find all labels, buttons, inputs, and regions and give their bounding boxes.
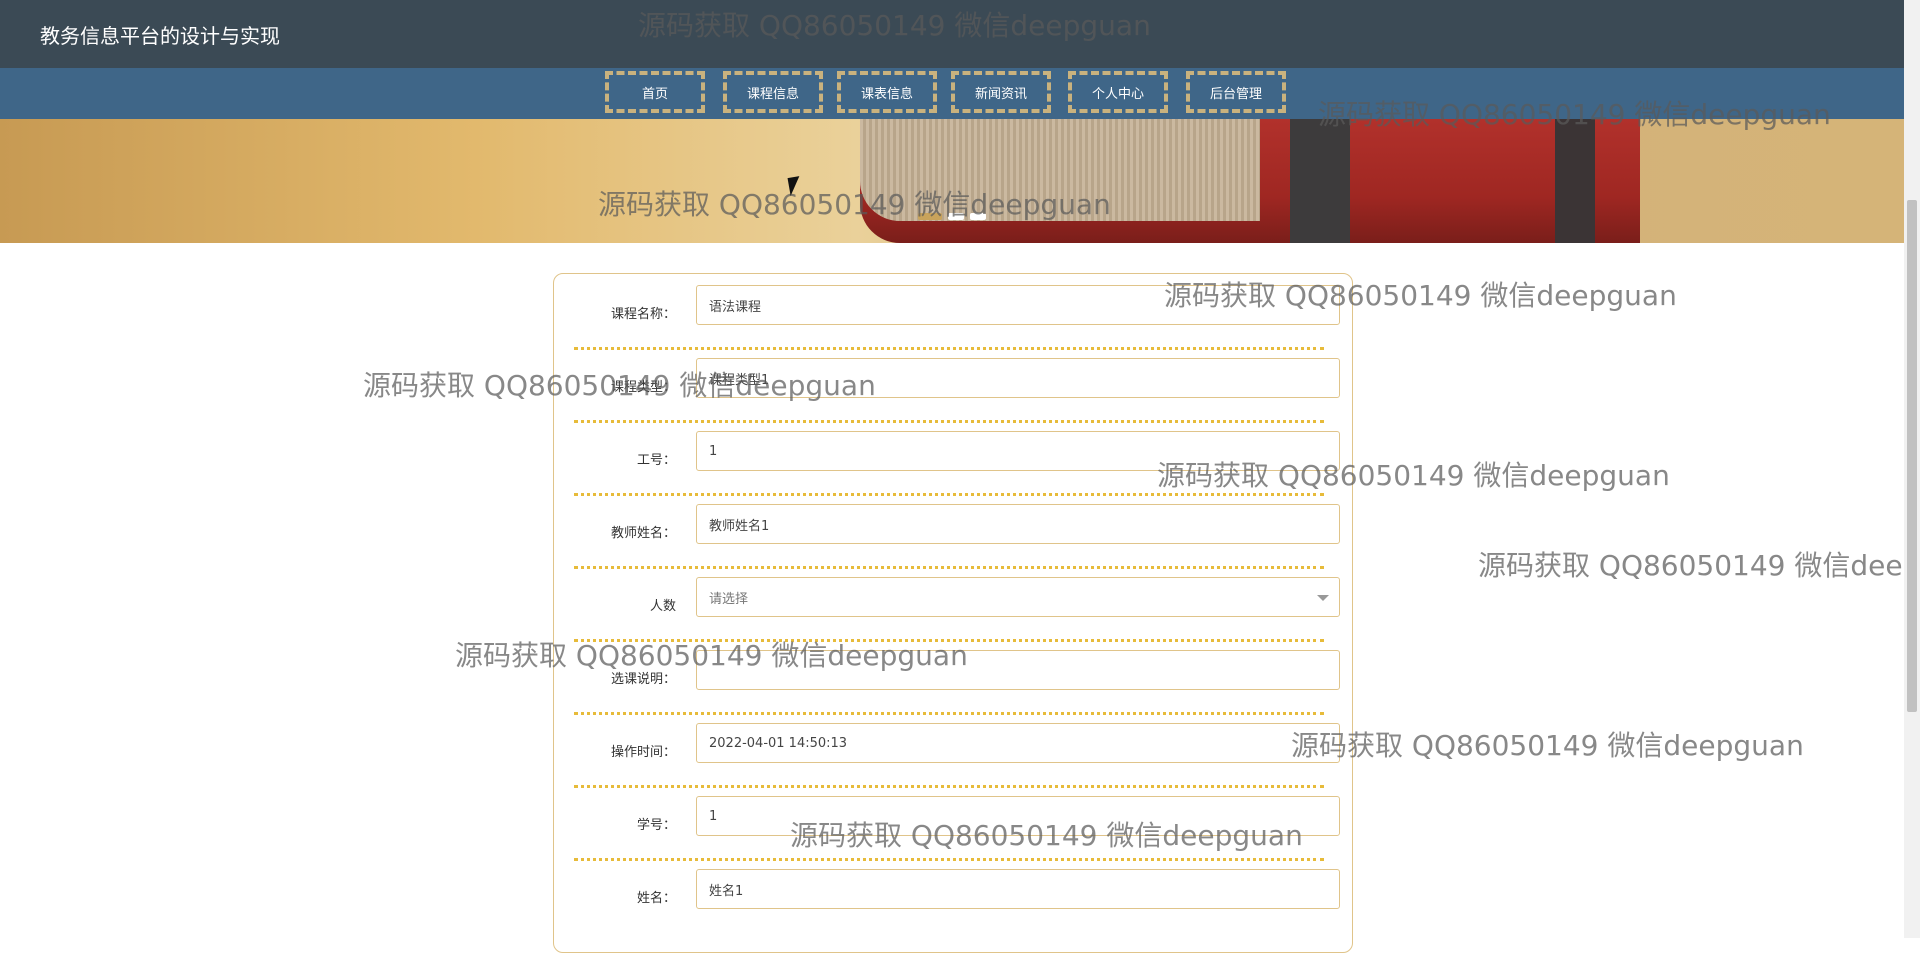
form-row-teacher-name: 教师姓名： 教师姓名1 <box>574 493 1340 569</box>
chevron-down-icon <box>1317 595 1329 601</box>
selection-note-input[interactable] <box>696 650 1340 690</box>
carousel-dot-2[interactable] <box>948 213 964 220</box>
operation-time-input[interactable]: 2022-04-01 14:50:13 <box>696 723 1340 763</box>
teacher-name-label: 教师姓名： <box>610 526 676 541</box>
app-title: 教务信息平台的设计与实现 <box>40 24 280 48</box>
form-row-student-id: 学号： 1 <box>574 785 1340 861</box>
nav-item-courses[interactable]: 课程信息 <box>723 71 823 113</box>
nav-item-admin[interactable]: 后台管理 <box>1186 71 1286 113</box>
student-name-label: 姓名： <box>636 891 676 906</box>
watermark-text: 源码获取 QQ86050149 微信deepguan <box>1291 729 1804 762</box>
course-name-label: 课程名称： <box>610 307 676 322</box>
course-type-input[interactable]: 课程类型1 <box>696 358 1340 398</box>
headcount-select[interactable]: 请选择 <box>696 577 1340 617</box>
form-row-course-name: 课程名称： 语法课程 <box>574 274 1340 350</box>
student-id-input[interactable]: 1 <box>696 796 1340 836</box>
watermark-text: 源码获取 QQ86050149 微信deepguan <box>1478 549 1920 582</box>
nav-item-timetable[interactable]: 课表信息 <box>837 71 937 113</box>
student-name-input[interactable]: 姓名1 <box>696 869 1340 909</box>
staff-id-label: 工号： <box>636 453 676 468</box>
headcount-label: 人数 <box>649 599 676 614</box>
course-name-input[interactable]: 语法课程 <box>696 285 1340 325</box>
nav-item-profile[interactable]: 个人中心 <box>1068 71 1168 113</box>
main-nav: 首页 课程信息 课表信息 新闻资讯 个人中心 后台管理 <box>0 68 1904 119</box>
banner-book-band-right <box>1555 119 1595 243</box>
form-row-course-type: 课程类型： 课程类型1 <box>574 347 1340 423</box>
form-row-selection-note: 选课说明： <box>574 639 1340 715</box>
page-scrollbar[interactable] <box>1904 0 1920 938</box>
student-id-label: 学号： <box>636 818 676 833</box>
banner-book-pages <box>860 119 1260 221</box>
form-row-operation-time: 操作时间： 2022-04-01 14:50:13 <box>574 712 1340 788</box>
form-row-headcount: 人数 请选择 <box>574 566 1340 642</box>
carousel-indicators <box>918 213 986 220</box>
course-type-label: 课程类型： <box>610 380 676 395</box>
scrollbar-thumb[interactable] <box>1907 200 1917 712</box>
nav-item-home[interactable]: 首页 <box>605 71 705 113</box>
nav-item-news[interactable]: 新闻资讯 <box>951 71 1051 113</box>
carousel-dot-3[interactable] <box>970 213 986 220</box>
operation-time-label: 操作时间： <box>610 745 676 760</box>
top-header: 教务信息平台的设计与实现 <box>0 0 1904 68</box>
staff-id-input[interactable]: 1 <box>696 431 1340 471</box>
form-row-staff-id: 工号： 1 <box>574 420 1340 496</box>
carousel-dot-1[interactable] <box>918 213 942 220</box>
course-detail-form: 课程名称： 语法课程 课程类型： 课程类型1 工号： 1 教师姓名： 教师姓名1… <box>553 273 1353 953</box>
selection-note-label: 选课说明： <box>610 672 676 687</box>
banner-carousel <box>0 119 1904 243</box>
banner-book-band <box>1290 119 1350 243</box>
headcount-select-placeholder: 请选择 <box>709 591 749 607</box>
form-row-student-name: 姓名： 姓名1 <box>574 858 1340 931</box>
teacher-name-input[interactable]: 教师姓名1 <box>696 504 1340 544</box>
